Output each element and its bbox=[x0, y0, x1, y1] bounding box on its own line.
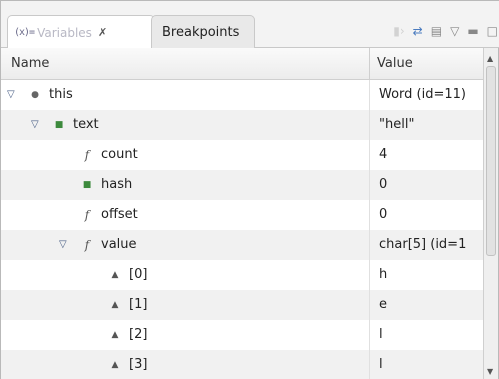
variable-value: 4 bbox=[379, 147, 388, 162]
variables-icon: (x)= bbox=[14, 27, 35, 38]
vertical-scrollbar[interactable]: ▲ ▼ bbox=[483, 48, 498, 379]
tree-row[interactable]: ▽ ■ text "hell" bbox=[1, 110, 485, 140]
collapse-all-icon[interactable]: ⇄ bbox=[413, 25, 423, 37]
variable-name-cell: f offset bbox=[59, 207, 138, 222]
column-divider bbox=[369, 290, 370, 320]
variable-value: e bbox=[379, 297, 387, 312]
column-divider bbox=[369, 80, 370, 110]
expand-toggle-icon[interactable]: ▽ bbox=[7, 89, 21, 100]
tab-breakpoints-label: Breakpoints bbox=[162, 24, 240, 40]
expand-toggle-icon[interactable]: ▽ bbox=[31, 119, 45, 130]
variable-name-cell: ▲ [3] bbox=[87, 357, 148, 372]
variable-name-cell: ▲ [0] bbox=[87, 267, 148, 282]
variable-name: count bbox=[101, 147, 138, 162]
column-divider bbox=[369, 200, 370, 230]
column-divider[interactable] bbox=[369, 48, 370, 80]
tree-row[interactable]: ▲ [3] l bbox=[1, 350, 485, 379]
variable-name: [1] bbox=[129, 297, 148, 312]
variable-name: text bbox=[73, 117, 99, 132]
field-icon: ■ bbox=[54, 119, 64, 130]
column-divider bbox=[369, 230, 370, 260]
variable-name: offset bbox=[101, 207, 138, 222]
variable-name: hash bbox=[101, 177, 133, 192]
variable-name-cell: ▽ ■ text bbox=[31, 117, 99, 132]
variable-value: char[5] (id=1 bbox=[379, 237, 467, 252]
variable-name: [0] bbox=[129, 267, 148, 282]
tree-row[interactable]: ▲ [2] l bbox=[1, 320, 485, 350]
column-divider bbox=[369, 110, 370, 140]
tab-variables-label: Variables bbox=[37, 25, 92, 40]
view-toolbar: ▮› ⇄ ▤ ▽ ▬ □ bbox=[393, 20, 498, 42]
column-divider bbox=[369, 320, 370, 350]
variable-name: value bbox=[101, 237, 137, 252]
array-element-icon: ▲ bbox=[111, 359, 119, 370]
variable-value: h bbox=[379, 267, 388, 282]
array-element-icon: ▲ bbox=[111, 329, 119, 340]
variable-name-cell: f count bbox=[59, 147, 138, 162]
variable-name-cell: ▲ [1] bbox=[87, 297, 148, 312]
variable-name: [3] bbox=[129, 357, 148, 372]
object-icon: ● bbox=[31, 89, 39, 100]
close-icon[interactable]: ✗ bbox=[98, 26, 107, 39]
variable-name-cell: ■ hash bbox=[59, 177, 132, 192]
column-header-value[interactable]: Value bbox=[377, 56, 413, 71]
variable-value: l bbox=[379, 357, 383, 372]
column-divider bbox=[369, 140, 370, 170]
variable-name-cell: ▽ ● this bbox=[7, 87, 73, 102]
minimize-icon[interactable]: ▬ bbox=[467, 25, 478, 37]
variable-name: [2] bbox=[129, 327, 148, 342]
array-element-icon: ▲ bbox=[111, 299, 119, 310]
final-field-icon: f bbox=[84, 207, 90, 222]
column-divider bbox=[369, 170, 370, 200]
variable-value: 0 bbox=[379, 177, 388, 192]
variable-value: l bbox=[379, 327, 383, 342]
scroll-down-icon[interactable]: ▼ bbox=[487, 367, 493, 376]
variables-view: (x)= Variables ✗ Breakpoints ▮› ⇄ ▤ ▽ ▬ … bbox=[0, 0, 499, 379]
tab-bar: (x)= Variables ✗ Breakpoints ▮› ⇄ ▤ ▽ ▬ … bbox=[1, 1, 499, 49]
tree-row[interactable]: ▽ ● this Word (id=11) bbox=[1, 80, 485, 110]
array-element-icon: ▲ bbox=[111, 269, 119, 280]
final-field-icon: f bbox=[84, 237, 90, 252]
maximize-icon[interactable]: □ bbox=[487, 25, 498, 37]
final-field-icon: f bbox=[84, 147, 90, 162]
variable-value: Word (id=11) bbox=[379, 87, 466, 102]
column-header-name[interactable]: Name bbox=[11, 56, 49, 71]
variables-tree: ▽ ● this Word (id=11) ▽ ■ text "hell" f count 4 ■ ha… bbox=[1, 80, 485, 379]
column-divider bbox=[369, 260, 370, 290]
tree-row[interactable]: f offset 0 bbox=[1, 200, 485, 230]
variable-value: 0 bbox=[379, 207, 388, 222]
tab-breakpoints[interactable]: Breakpoints bbox=[151, 15, 255, 48]
tree-row[interactable]: ▲ [0] h bbox=[1, 260, 485, 290]
tree-row[interactable]: ▲ [1] e bbox=[1, 290, 485, 320]
variable-name: this bbox=[49, 87, 73, 102]
layout-icon[interactable]: ▤ bbox=[431, 25, 442, 37]
scroll-up-icon[interactable]: ▲ bbox=[487, 54, 493, 63]
view-menu-icon[interactable]: ▽ bbox=[450, 25, 459, 37]
expand-toggle-icon[interactable]: ▽ bbox=[59, 239, 73, 250]
field-icon: ■ bbox=[82, 179, 92, 190]
tree-row[interactable]: ▽ f value char[5] (id=1 bbox=[1, 230, 485, 260]
column-divider bbox=[369, 350, 370, 379]
variable-value: "hell" bbox=[379, 117, 415, 132]
variable-name-cell: ▲ [2] bbox=[87, 327, 148, 342]
variable-name-cell: ▽ f value bbox=[59, 237, 137, 252]
tab-variables[interactable]: (x)= Variables ✗ bbox=[7, 15, 155, 49]
tree-row[interactable]: ■ hash 0 bbox=[1, 170, 485, 200]
tree-row[interactable]: f count 4 bbox=[1, 140, 485, 170]
scrollbar-thumb[interactable] bbox=[486, 66, 496, 256]
skip-icon[interactable]: ▮› bbox=[393, 25, 404, 37]
table-header: Name Value bbox=[1, 48, 485, 80]
